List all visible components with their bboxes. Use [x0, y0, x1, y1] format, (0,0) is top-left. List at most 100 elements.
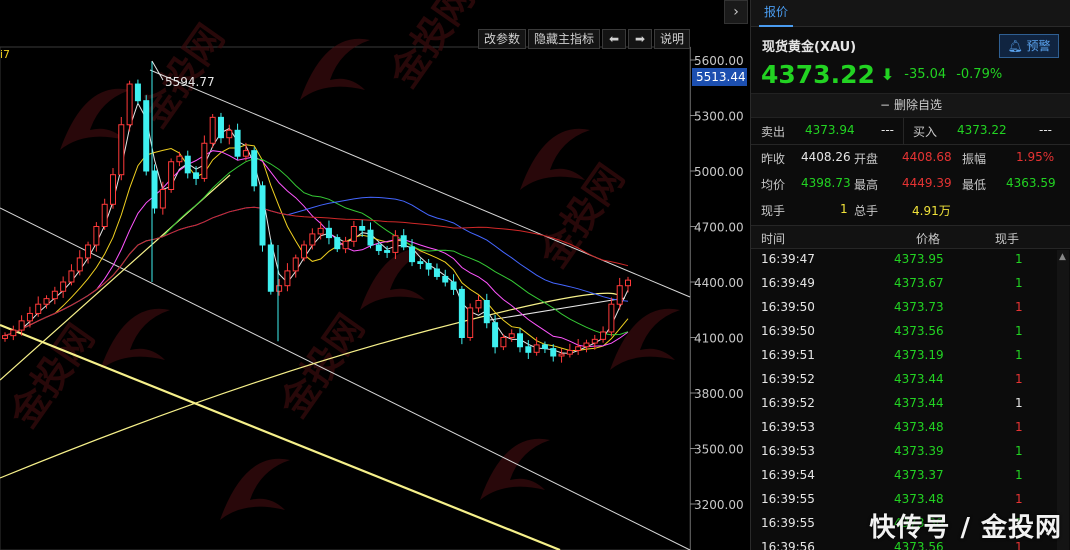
- tick-vol: 1: [1015, 348, 1023, 362]
- candle-body: [35, 303, 42, 314]
- candle-body: [375, 244, 382, 252]
- tab-quote[interactable]: 报价: [759, 0, 794, 27]
- amplitude-value: 1.95%: [1016, 150, 1055, 164]
- candle-body: [400, 235, 407, 248]
- change-params-button[interactable]: 改参数: [477, 29, 526, 49]
- arrow-right-icon[interactable]: ➡: [627, 29, 652, 49]
- last-price: 4373.22: [761, 59, 875, 89]
- candle-body: [517, 333, 524, 348]
- candle-body: [26, 312, 33, 322]
- candle-body: [342, 240, 349, 250]
- y-axis-label: 3800.00: [694, 387, 744, 401]
- sell-price: 4373.94: [805, 123, 855, 137]
- candle-body: [334, 237, 341, 250]
- candle-body: [392, 235, 399, 253]
- tick-time: 16:39:47: [761, 252, 815, 266]
- prev-close: 4408.26: [801, 150, 851, 164]
- y-axis-label: 5000.00: [694, 165, 744, 179]
- tick-vol: 1: [1015, 300, 1023, 314]
- candle-body: [168, 161, 175, 190]
- high-price: 4449.39: [902, 176, 952, 190]
- remove-watchlist-button[interactable]: − 删除自选: [751, 93, 1070, 118]
- candle-body: [591, 338, 598, 344]
- y-axis-label: 4700.00: [694, 221, 744, 235]
- kline-chart-svg: 金投网 金投网金投网金投网 金投网5600.005300.005000.004700…: [0, 0, 747, 550]
- candle-body: [525, 346, 532, 353]
- candle-body: [109, 174, 116, 205]
- tick-vol: 1: [1015, 324, 1023, 338]
- quote-row-3: 现手 1 总手 4.91万: [751, 197, 1070, 223]
- candle-body: [126, 83, 133, 126]
- candle-body: [625, 279, 631, 287]
- quote-panel: 报价 现货黄金(XAU) 🔔︎ 预警 4373.22 ⬇ -35.04 -0.7…: [750, 0, 1070, 550]
- avg-label: 均价: [761, 178, 786, 192]
- scroll-up-icon[interactable]: ▲: [1059, 252, 1066, 262]
- tick-time: 16:39:52: [761, 396, 815, 410]
- candle-body: [616, 285, 623, 305]
- candle-body: [317, 227, 324, 235]
- ticks-list[interactable]: 16:39:47 4373.95 1 16:39:49 4373.67 1 16:39:50…: [751, 248, 1055, 550]
- tick-time: 16:39:55: [761, 516, 815, 530]
- tick-time: 16:39:53: [761, 444, 815, 458]
- candle-body: [425, 263, 432, 270]
- candle-body: [384, 250, 391, 253]
- tick-row: 16:39:53 4373.39 1: [751, 440, 1055, 464]
- tick-price: 4373.19: [894, 348, 944, 362]
- ticks-header-price: 价格: [916, 232, 941, 246]
- peak-label: 5594.77: [165, 75, 215, 89]
- tick-price: 4373.95: [894, 252, 944, 266]
- buy-label: 买入: [913, 125, 938, 139]
- candle-body: [43, 298, 50, 305]
- tick-vol: 1: [1015, 444, 1023, 458]
- candle-body: [442, 275, 449, 283]
- candle-body: [409, 246, 416, 263]
- candle-body: [176, 155, 183, 163]
- amplitude-label: 振幅: [962, 152, 987, 166]
- candle-body: [417, 261, 424, 264]
- plot-frame: [0, 46, 691, 550]
- chevron-right-icon[interactable]: ›: [724, 0, 748, 24]
- panel-tabbar: 报价: [751, 0, 1070, 27]
- tick-vol: 1: [1015, 492, 1023, 506]
- candle-body: [184, 155, 191, 174]
- candle-body: [600, 331, 607, 340]
- arrow-left-icon[interactable]: ⬅: [601, 29, 626, 49]
- price-change: -35.04: [904, 66, 947, 82]
- alert-button[interactable]: 🔔︎ 预警: [999, 34, 1059, 58]
- tick-row: 16:39:53 4373.48 1: [751, 416, 1055, 440]
- candle-body: [467, 307, 474, 338]
- ticks-scrollbar[interactable]: ▲: [1057, 250, 1069, 550]
- candle-body: [533, 344, 540, 353]
- tick-time: 16:39:50: [761, 300, 815, 314]
- tick-vol: 1: [1015, 468, 1023, 482]
- candle-body: [68, 270, 75, 283]
- quote-row-2: 均价 4398.73 最高 4449.39 最低 4363.59: [751, 171, 1070, 197]
- candle-body: [85, 244, 92, 259]
- hide-main-indicator-button[interactable]: 隐藏主指标: [527, 29, 600, 49]
- prev-close-label: 昨收: [761, 152, 786, 166]
- cur-vol-label: 现手: [761, 204, 786, 218]
- candle-body: [483, 300, 490, 324]
- low-price: 4363.59: [1006, 176, 1056, 190]
- total-vol: 4.91万: [912, 204, 951, 218]
- candle-body: [143, 100, 150, 172]
- tick-price: 4373.44: [894, 396, 944, 410]
- candle-body: [242, 150, 249, 157]
- buy-qty: ---: [1039, 123, 1052, 137]
- candle-body: [433, 268, 440, 277]
- candle-body: [251, 150, 258, 187]
- candle-body: [367, 229, 374, 246]
- tick-time: 16:39:50: [761, 324, 815, 338]
- candle-body: [2, 335, 8, 339]
- candle-body: [134, 83, 141, 102]
- tick-time: 16:39:52: [761, 372, 815, 386]
- candle-body: [267, 244, 274, 292]
- ticks-header-time: 时间: [761, 232, 786, 246]
- quote-grid: 卖出 4373.94 --- 买入 4373.22 --- 昨收 4408.26…: [751, 118, 1070, 223]
- y-axis-label: 4400.00: [694, 276, 744, 290]
- explain-button[interactable]: 说明: [653, 29, 690, 49]
- candle-body: [492, 322, 499, 348]
- candle-body: [226, 129, 233, 139]
- kline-chart[interactable]: 金投网 金投网 金投网 金投网 金投网 5600.00 5300.00 5000.00 4700…: [0, 0, 748, 550]
- candle-body: [566, 349, 573, 355]
